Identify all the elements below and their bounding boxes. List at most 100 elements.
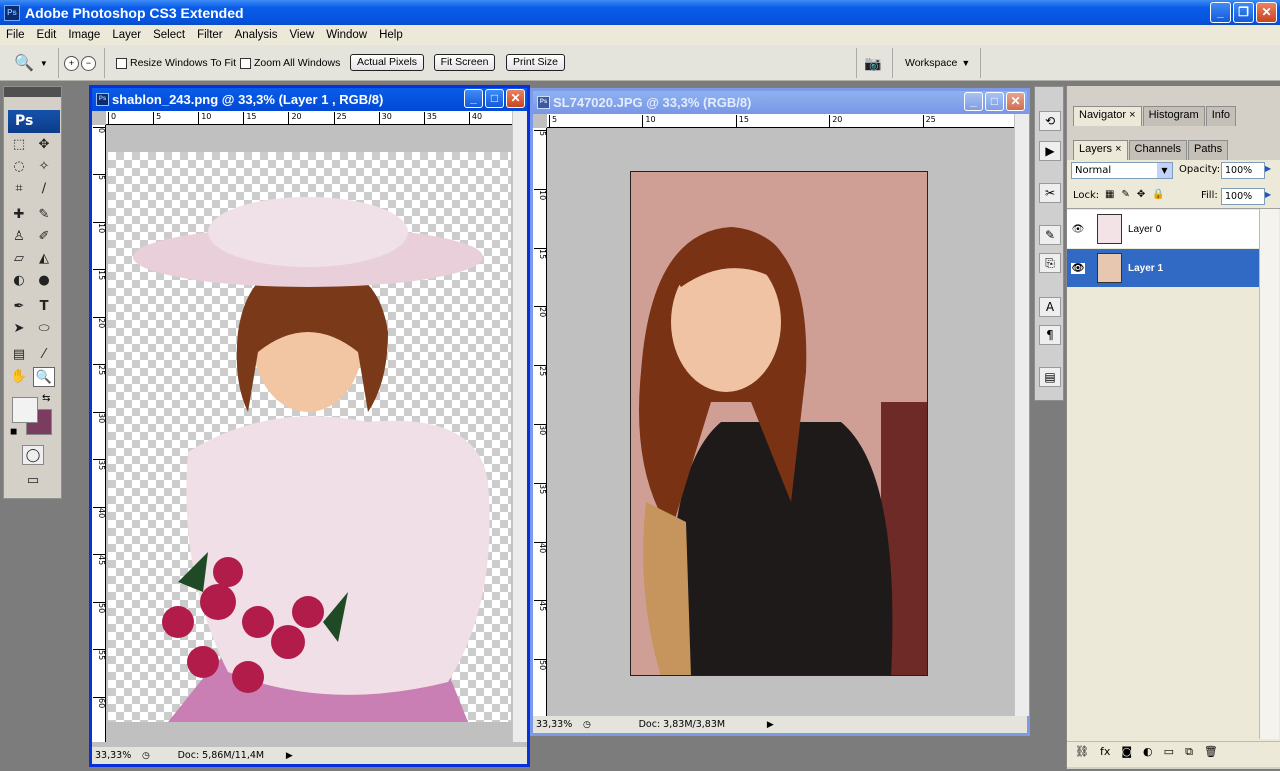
layer-comps-icon[interactable]: ▤ xyxy=(1039,367,1061,387)
character-panel-icon[interactable]: A xyxy=(1039,297,1061,317)
menu-edit[interactable]: Edit xyxy=(31,29,63,41)
vertical-ruler[interactable]: 0 5 10 15 20 25 30 35 40 45 50 55 60 xyxy=(92,125,106,742)
zoom-level[interactable]: 33,33% xyxy=(533,719,577,730)
lasso-tool-icon[interactable]: ◌ xyxy=(8,157,30,177)
menu-help[interactable]: Help xyxy=(373,29,409,41)
ellipse-tool-icon[interactable]: ⬭ xyxy=(33,319,55,339)
blend-mode-select[interactable]: Normal ▼ xyxy=(1071,162,1173,179)
layer-row-1[interactable]: 👁 Layer 1 xyxy=(1067,249,1259,287)
layer-name[interactable]: Layer 0 xyxy=(1128,224,1161,235)
visibility-eye-icon[interactable]: 👁 xyxy=(1071,262,1085,274)
bridge-icon[interactable]: 📷 xyxy=(864,45,881,81)
new-layer-icon[interactable]: ⧉ xyxy=(1185,745,1193,759)
resize-windows-checkbox[interactable]: Resize Windows To Fit xyxy=(116,45,236,81)
menu-layer[interactable]: Layer xyxy=(106,29,147,41)
fill-arrow-icon[interactable]: ▶ xyxy=(1265,190,1271,199)
zoom-tool-icon[interactable]: 🔍 xyxy=(33,367,55,387)
minimize-button[interactable]: _ xyxy=(1210,2,1231,23)
document-titlebar[interactable]: Ps SL747020.JPG @ 33,3% (RGB/8) _ □ ✕ xyxy=(533,91,1027,114)
quick-mask-icon[interactable]: ◯ xyxy=(22,445,44,465)
layer-style-icon[interactable]: fx xyxy=(1100,745,1110,758)
toolbox-grip[interactable] xyxy=(4,87,61,97)
tool-preset-picker[interactable]: 🔍 ▼ xyxy=(4,45,54,81)
brushes-panel-icon[interactable]: ✎ xyxy=(1039,225,1061,245)
tab-layers[interactable]: Layers × xyxy=(1073,140,1128,160)
document-window-shablon[interactable]: Ps shablon_243.png @ 33,3% (Layer 1 , RG… xyxy=(89,85,530,767)
tab-info[interactable]: Info xyxy=(1205,106,1237,126)
link-layers-icon[interactable]: ⛓ xyxy=(1075,745,1089,758)
eyedropper-tool-icon[interactable]: ⁄ xyxy=(33,345,55,365)
burn-tool-icon[interactable]: ● xyxy=(33,271,55,291)
brush-tool-icon[interactable]: ✎ xyxy=(33,205,55,225)
dodge-tool-icon[interactable]: ◐ xyxy=(8,271,30,291)
doc-minimize-button[interactable]: _ xyxy=(464,89,483,108)
doc-close-button[interactable]: ✕ xyxy=(1006,92,1025,111)
tool-presets-icon[interactable]: ✂ xyxy=(1039,183,1061,203)
move-tool-icon[interactable]: ✥ xyxy=(33,135,55,155)
marquee-tool-icon[interactable]: ⬚ xyxy=(8,135,30,155)
vertical-ruler[interactable]: 5 10 15 20 25 30 35 40 45 50 xyxy=(533,128,547,716)
slice-tool-icon[interactable]: ∕ xyxy=(33,179,55,199)
document-titlebar[interactable]: Ps shablon_243.png @ 33,3% (Layer 1 , RG… xyxy=(92,88,527,111)
menu-window[interactable]: Window xyxy=(320,29,373,41)
layer-row-0[interactable]: 👁 Layer 0 xyxy=(1067,210,1259,248)
canvas-transparent-layer[interactable] xyxy=(108,152,511,722)
tab-histogram[interactable]: Histogram xyxy=(1142,106,1205,126)
vertical-scrollbar[interactable] xyxy=(1014,114,1029,716)
layer-name[interactable]: Layer 1 xyxy=(1128,263,1163,274)
restore-button[interactable]: ❐ xyxy=(1233,2,1254,23)
default-colors-icon[interactable]: ◼ xyxy=(10,427,17,437)
vertical-scrollbar[interactable] xyxy=(512,111,527,742)
trash-icon[interactable]: 🗑 xyxy=(1204,745,1218,758)
actions-panel-icon[interactable]: ▶ xyxy=(1039,141,1061,161)
history-brush-tool-icon[interactable]: ✐ xyxy=(33,227,55,247)
lock-options-icons[interactable]: ▦✎✥🔒 xyxy=(1105,189,1172,200)
zoom-all-checkbox[interactable]: Zoom All Windows xyxy=(240,45,340,81)
screen-mode-icon[interactable]: ▭ xyxy=(22,471,44,491)
tab-paths[interactable]: Paths xyxy=(1188,140,1229,160)
fit-screen-button[interactable]: Fit Screen xyxy=(434,54,495,71)
fill-input[interactable]: 100% xyxy=(1221,188,1265,205)
clone-source-icon[interactable]: ⎘ xyxy=(1039,253,1061,273)
path-selection-tool-icon[interactable]: ➤ xyxy=(8,319,30,339)
tab-navigator[interactable]: Navigator × xyxy=(1073,106,1142,126)
eraser-tool-icon[interactable]: ▱ xyxy=(8,249,30,269)
doc-maximize-button[interactable]: □ xyxy=(985,92,1004,111)
paint-bucket-tool-icon[interactable]: ◭ xyxy=(33,249,55,269)
status-info-icon[interactable]: ◷ xyxy=(583,720,591,730)
swap-colors-icon[interactable]: ⇆ xyxy=(42,393,50,404)
workspace-menu[interactable]: Workspace ▼ xyxy=(905,45,970,81)
status-menu-arrow-icon[interactable]: ▶ xyxy=(286,751,293,761)
actual-pixels-button[interactable]: Actual Pixels xyxy=(350,54,424,71)
adjustment-layer-icon[interactable]: ◐ xyxy=(1143,745,1153,758)
clone-stamp-tool-icon[interactable]: ♙ xyxy=(8,227,30,247)
layer-mask-icon[interactable]: ◙ xyxy=(1121,745,1132,758)
menu-image[interactable]: Image xyxy=(62,29,106,41)
horizontal-ruler[interactable]: 5 10 15 20 25 xyxy=(547,114,1014,128)
layers-scrollbar[interactable] xyxy=(1259,209,1279,739)
magic-wand-tool-icon[interactable]: ✧ xyxy=(33,157,55,177)
doc-close-button[interactable]: ✕ xyxy=(506,89,525,108)
type-tool-icon[interactable]: T xyxy=(33,297,55,317)
crop-tool-icon[interactable]: ⌗ xyxy=(8,179,30,199)
menu-analysis[interactable]: Analysis xyxy=(229,29,284,41)
menu-view[interactable]: View xyxy=(283,29,320,41)
status-menu-arrow-icon[interactable]: ▶ xyxy=(767,720,774,730)
tab-channels[interactable]: Channels xyxy=(1128,140,1187,160)
menu-select[interactable]: Select xyxy=(147,29,191,41)
healing-brush-tool-icon[interactable]: ✚ xyxy=(8,205,30,225)
photo-canvas[interactable] xyxy=(630,171,928,676)
document-window-photo[interactable]: Ps SL747020.JPG @ 33,3% (RGB/8) _ □ ✕ 5 1… xyxy=(530,88,1030,736)
close-button[interactable]: ✕ xyxy=(1256,2,1277,23)
menu-file[interactable]: File xyxy=(0,29,31,41)
new-group-icon[interactable]: ▭ xyxy=(1164,745,1174,758)
doc-minimize-button[interactable]: _ xyxy=(964,92,983,111)
visibility-eye-icon[interactable]: 👁 xyxy=(1071,224,1085,235)
photoshop-logo[interactable]: Ps xyxy=(8,110,60,133)
status-info-icon[interactable]: ◷ xyxy=(142,751,150,761)
pen-tool-icon[interactable]: ✒ xyxy=(8,297,30,317)
zoom-level[interactable]: 33,33% xyxy=(92,750,136,761)
zoom-out-icon[interactable]: − xyxy=(81,55,96,71)
zoom-in-icon[interactable]: + xyxy=(64,55,79,71)
hand-tool-icon[interactable]: ✋ xyxy=(8,367,30,387)
